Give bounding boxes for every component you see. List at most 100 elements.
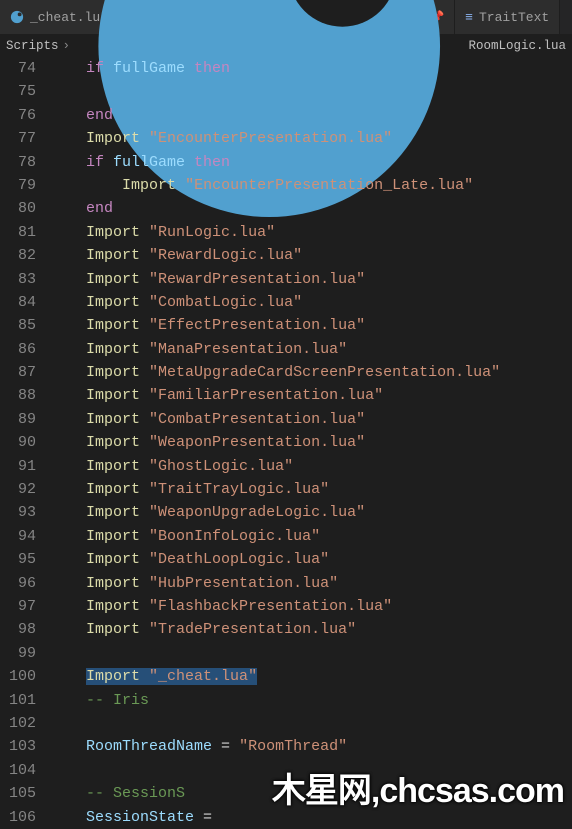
code-line[interactable]: 90 Import "WeaponPresentation.lua" xyxy=(0,431,572,454)
code-content[interactable]: -- SessionS xyxy=(50,782,185,805)
line-number: 85 xyxy=(0,314,50,337)
line-number: 83 xyxy=(0,268,50,291)
code-line[interactable]: 94 Import "BoonInfoLogic.lua" xyxy=(0,525,572,548)
line-number: 87 xyxy=(0,361,50,384)
code-editor[interactable]: 74 if fullGame then75 76 end77 Import "E… xyxy=(0,57,572,829)
code-line[interactable]: 74 if fullGame then xyxy=(0,57,572,80)
code-content[interactable]: Import "CombatLogic.lua" xyxy=(50,291,302,314)
code-line[interactable]: 105 -- SessionS xyxy=(0,782,572,805)
code-content[interactable]: Import "ManaPresentation.lua" xyxy=(50,338,347,361)
code-line[interactable]: 100 Import "_cheat.lua" xyxy=(0,665,572,688)
breadcrumb-file[interactable]: RoomLogic.lua xyxy=(468,39,566,53)
line-number: 106 xyxy=(0,806,50,829)
line-number: 81 xyxy=(0,221,50,244)
code-line[interactable]: 97 Import "FlashbackPresentation.lua" xyxy=(0,595,572,618)
code-content[interactable]: Import "EncounterPresentation.lua" xyxy=(50,127,392,150)
code-content[interactable]: Import "RewardLogic.lua" xyxy=(50,244,302,267)
code-content[interactable]: Import "FlashbackPresentation.lua" xyxy=(50,595,392,618)
line-number: 101 xyxy=(0,689,50,712)
code-content[interactable]: if fullGame then xyxy=(50,151,230,174)
line-number: 94 xyxy=(0,525,50,548)
code-line[interactable]: 96 Import "HubPresentation.lua" xyxy=(0,572,572,595)
code-line[interactable]: 102 xyxy=(0,712,572,735)
line-number: 92 xyxy=(0,478,50,501)
code-line[interactable]: 80 end xyxy=(0,197,572,220)
line-number: 104 xyxy=(0,759,50,782)
code-line[interactable]: 101 -- Iris xyxy=(0,689,572,712)
code-line[interactable]: 86 Import "ManaPresentation.lua" xyxy=(0,338,572,361)
line-number: 90 xyxy=(0,431,50,454)
code-line[interactable]: 106 SessionState = xyxy=(0,806,572,829)
code-content[interactable]: end xyxy=(50,197,113,220)
code-content[interactable] xyxy=(50,80,122,103)
code-line[interactable]: 98 Import "TradePresentation.lua" xyxy=(0,618,572,641)
code-content[interactable]: Import "CombatPresentation.lua" xyxy=(50,408,365,431)
line-number: 75 xyxy=(0,80,50,103)
line-number: 100 xyxy=(0,665,50,688)
code-line[interactable]: 79 Import "EncounterPresentation_Late.lu… xyxy=(0,174,572,197)
code-line[interactable]: 89 Import "CombatPresentation.lua" xyxy=(0,408,572,431)
line-number: 88 xyxy=(0,384,50,407)
code-content[interactable]: Import "EncounterPresentation_Late.lua" xyxy=(50,174,473,197)
line-number: 89 xyxy=(0,408,50,431)
line-number: 93 xyxy=(0,501,50,524)
code-line[interactable]: 81 Import "RunLogic.lua" xyxy=(0,221,572,244)
code-line[interactable]: 95 Import "DeathLoopLogic.lua" xyxy=(0,548,572,571)
line-number: 91 xyxy=(0,455,50,478)
code-content[interactable]: Import "HubPresentation.lua" xyxy=(50,572,338,595)
tab-traittext[interactable]: ≡TraitText xyxy=(455,0,560,34)
code-content[interactable]: Import "RunLogic.lua" xyxy=(50,221,275,244)
code-line[interactable]: 85 Import "EffectPresentation.lua" xyxy=(0,314,572,337)
breadcrumb[interactable]: Scripts › RoomLogic.lua xyxy=(0,35,572,57)
line-number: 82 xyxy=(0,244,50,267)
code-content[interactable]: SessionState = xyxy=(50,806,212,829)
code-line[interactable]: 92 Import "TraitTrayLogic.lua" xyxy=(0,478,572,501)
code-content[interactable]: Import "GhostLogic.lua" xyxy=(50,455,293,478)
code-content[interactable]: Import "MetaUpgradeCardScreenPresentatio… xyxy=(50,361,500,384)
breadcrumb-folder[interactable]: Scripts xyxy=(6,39,59,53)
line-number: 80 xyxy=(0,197,50,220)
line-number: 95 xyxy=(0,548,50,571)
line-number: 99 xyxy=(0,642,50,665)
code-line[interactable]: 75 xyxy=(0,80,572,103)
code-line[interactable]: 103 RoomThreadName = "RoomThread" xyxy=(0,735,572,758)
code-content[interactable]: RoomThreadName = "RoomThread" xyxy=(50,735,347,758)
code-content[interactable]: Import "TraitTrayLogic.lua" xyxy=(50,478,329,501)
code-content[interactable]: Import "RewardPresentation.lua" xyxy=(50,268,365,291)
line-number: 77 xyxy=(0,127,50,150)
code-content[interactable]: if fullGame then xyxy=(50,57,230,80)
tab-label: TraitText xyxy=(479,10,549,25)
code-line[interactable]: 78 if fullGame then xyxy=(0,151,572,174)
code-content[interactable]: Import "WeaponUpgradeLogic.lua" xyxy=(50,501,365,524)
code-content[interactable]: Import "EffectPresentation.lua" xyxy=(50,314,365,337)
code-content[interactable]: Import "DeathLoopLogic.lua" xyxy=(50,548,329,571)
code-line[interactable]: 82 Import "RewardLogic.lua" xyxy=(0,244,572,267)
code-content[interactable]: Import "_cheat.lua" xyxy=(50,665,257,688)
code-line[interactable]: 83 Import "RewardPresentation.lua" xyxy=(0,268,572,291)
code-line[interactable]: 87 Import "MetaUpgradeCardScreenPresenta… xyxy=(0,361,572,384)
code-line[interactable]: 77 Import "EncounterPresentation.lua" xyxy=(0,127,572,150)
lua-file-icon xyxy=(10,10,24,24)
code-content[interactable]: Import "WeaponPresentation.lua" xyxy=(50,431,365,454)
code-line[interactable]: 76 end xyxy=(0,104,572,127)
line-number: 86 xyxy=(0,338,50,361)
code-line[interactable]: 93 Import "WeaponUpgradeLogic.lua" xyxy=(0,501,572,524)
line-number: 74 xyxy=(0,57,50,80)
code-content[interactable]: end xyxy=(50,104,113,127)
line-number: 78 xyxy=(0,151,50,174)
code-line[interactable]: 88 Import "FamiliarPresentation.lua" xyxy=(0,384,572,407)
code-line[interactable]: 84 Import "CombatLogic.lua" xyxy=(0,291,572,314)
code-line[interactable]: 99 xyxy=(0,642,572,665)
code-line[interactable]: 91 Import "GhostLogic.lua" xyxy=(0,455,572,478)
code-content[interactable]: Import "BoonInfoLogic.lua" xyxy=(50,525,320,548)
code-line[interactable]: 104 xyxy=(0,759,572,782)
code-content[interactable]: -- Iris xyxy=(50,689,149,712)
chevron-right-icon: › xyxy=(63,39,71,53)
line-number: 103 xyxy=(0,735,50,758)
line-number: 79 xyxy=(0,174,50,197)
line-number: 76 xyxy=(0,104,50,127)
line-number: 96 xyxy=(0,572,50,595)
line-number: 97 xyxy=(0,595,50,618)
code-content[interactable]: Import "TradePresentation.lua" xyxy=(50,618,356,641)
code-content[interactable]: Import "FamiliarPresentation.lua" xyxy=(50,384,383,407)
